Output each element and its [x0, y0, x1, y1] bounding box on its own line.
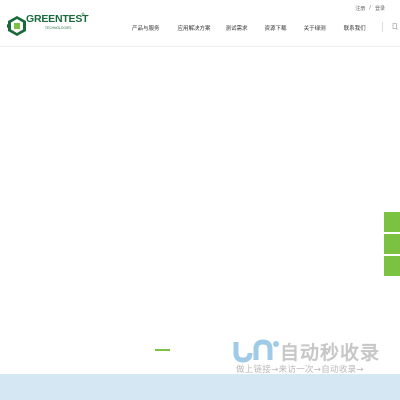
side-tab-service[interactable]	[384, 234, 400, 254]
nav-divider	[382, 22, 383, 32]
nav-item-solutions[interactable]: 应用解决方案	[178, 24, 211, 32]
site-header: GREENTEST TECHNOLOGIES ® 注册 / 登录 产品与服务 应…	[0, 0, 400, 46]
nav-item-contact[interactable]: 联系我们	[344, 24, 366, 32]
search-icon[interactable]	[392, 23, 398, 30]
nav-item-downloads[interactable]: 资源下载	[265, 24, 287, 32]
side-tab-contact[interactable]	[384, 212, 400, 232]
account-links: 注册 / 登录	[355, 5, 385, 12]
watermark-logo-icon	[233, 339, 279, 363]
greentest-logo[interactable]: GREENTEST TECHNOLOGIES ®	[7, 12, 89, 38]
floating-side-toolbar	[384, 212, 400, 278]
greentest-logo-mark-icon	[7, 16, 26, 36]
nav-item-products[interactable]: 产品与服务	[132, 24, 160, 32]
footer-band	[0, 374, 400, 400]
carousel-indicator-active[interactable]	[155, 349, 170, 351]
header-divider	[0, 46, 400, 47]
watermark-title: 自动秒收录	[280, 342, 381, 364]
register-link[interactable]: 注册	[355, 5, 365, 12]
registered-mark: ®	[81, 12, 85, 17]
login-link[interactable]: 登录	[375, 5, 385, 12]
logo-name: GREENTEST	[26, 13, 89, 25]
nav-item-test-requests[interactable]: 测试需求	[226, 24, 248, 32]
main-nav: 产品与服务 应用解决方案 测试需求 资源下载 关于绿测 联系我们	[132, 24, 366, 32]
side-tab-top[interactable]	[384, 256, 400, 276]
logo-subtitle: TECHNOLOGIES	[45, 26, 72, 30]
nav-item-about[interactable]: 关于绿测	[304, 24, 326, 32]
link-separator: /	[369, 5, 371, 11]
